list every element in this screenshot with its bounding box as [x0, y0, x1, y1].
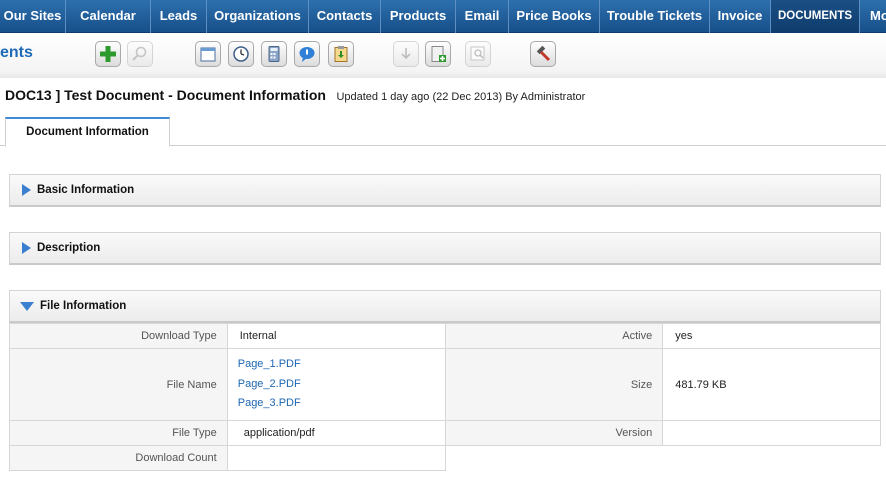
chat-icon[interactable] [294, 41, 320, 67]
block-file-information[interactable]: File Information [9, 290, 881, 323]
size-label: Size [444, 348, 664, 421]
collapse-arrow-icon [20, 301, 34, 311]
export-icon[interactable] [425, 41, 451, 67]
table-row: Download Count [9, 445, 881, 471]
nav-price-books[interactable]: Price Books [509, 0, 600, 33]
nav-trouble-tickets[interactable]: Trouble Tickets [600, 0, 710, 33]
page-title: DOC13 ] Test Document - Document Informa… [5, 87, 326, 103]
tab-document-information[interactable]: Document Information [5, 117, 170, 147]
block-title: Description [37, 242, 101, 254]
nav-products[interactable]: Products [381, 0, 456, 33]
nav-calendar[interactable]: Calendar [66, 0, 151, 33]
download-type-value[interactable]: Internal [226, 323, 446, 349]
nav-organizations[interactable]: Organizations [207, 0, 309, 33]
active-label: Active [444, 323, 664, 349]
download-count-label: Download Count [9, 445, 228, 471]
record-heading: DOC13 ] Test Document - Document Informa… [5, 87, 585, 105]
file-information-table: Download Type Internal Active yes File N… [9, 323, 881, 471]
file-name-label: File Name [9, 348, 228, 421]
toolbar: ents [0, 34, 886, 78]
file-link[interactable]: Page_1.PDF [238, 355, 445, 375]
block-basic-information[interactable]: Basic Information [9, 174, 881, 207]
file-type-label: File Type [9, 420, 228, 446]
block-title: File Information [40, 300, 127, 312]
empty-cell [445, 445, 663, 471]
download-count-value [226, 445, 446, 471]
add-icon[interactable] [95, 41, 121, 67]
expand-arrow-icon [22, 184, 31, 196]
nav-leads[interactable]: Leads [151, 0, 207, 33]
file-link[interactable]: Page_2.PDF [238, 375, 445, 395]
table-row: File Name Page_1.PDF Page_2.PDF Page_3.P… [9, 348, 881, 421]
nav-email[interactable]: Email [456, 0, 509, 33]
calendar-icon[interactable] [195, 41, 221, 67]
updated-info: Updated 1 day ago (22 Dec 2013) By Admin… [336, 91, 586, 103]
search-icon[interactable] [127, 41, 153, 67]
file-name-value: Page_1.PDF Page_2.PDF Page_3.PDF [226, 348, 446, 421]
block-description[interactable]: Description [9, 232, 881, 265]
file-type-value[interactable]: application/pdf [226, 420, 446, 446]
find-duplicates-icon[interactable] [465, 41, 491, 67]
expand-arrow-icon [22, 242, 31, 254]
calculator-icon[interactable] [261, 41, 287, 67]
nav-contacts[interactable]: Contacts [309, 0, 381, 33]
settings-hammer-icon[interactable] [530, 41, 556, 67]
table-row: Download Type Internal Active yes [9, 323, 881, 349]
import-icon[interactable] [393, 41, 419, 67]
version-label: Version [444, 420, 664, 446]
download-type-label: Download Type [9, 323, 228, 349]
module-title[interactable]: ents [0, 44, 33, 62]
clock-icon[interactable] [228, 41, 254, 67]
nav-invoice[interactable]: Invoice [710, 0, 771, 33]
nav-more[interactable]: Mo [860, 0, 886, 33]
file-link[interactable]: Page_3.PDF [238, 394, 445, 414]
clipboard-icon[interactable] [328, 41, 354, 67]
nav-our-sites[interactable]: Our Sites [0, 0, 66, 33]
nav-documents[interactable]: DOCUMENTS [771, 0, 860, 33]
size-value: 481.79 KB [662, 348, 881, 421]
version-value[interactable] [662, 420, 881, 446]
table-row: File Type application/pdf Version [9, 420, 881, 446]
active-value[interactable]: yes [662, 323, 881, 349]
empty-cell [662, 445, 881, 471]
main-nav: Our Sites Calendar Leads Organizations C… [0, 0, 886, 33]
block-title: Basic Information [37, 184, 135, 196]
